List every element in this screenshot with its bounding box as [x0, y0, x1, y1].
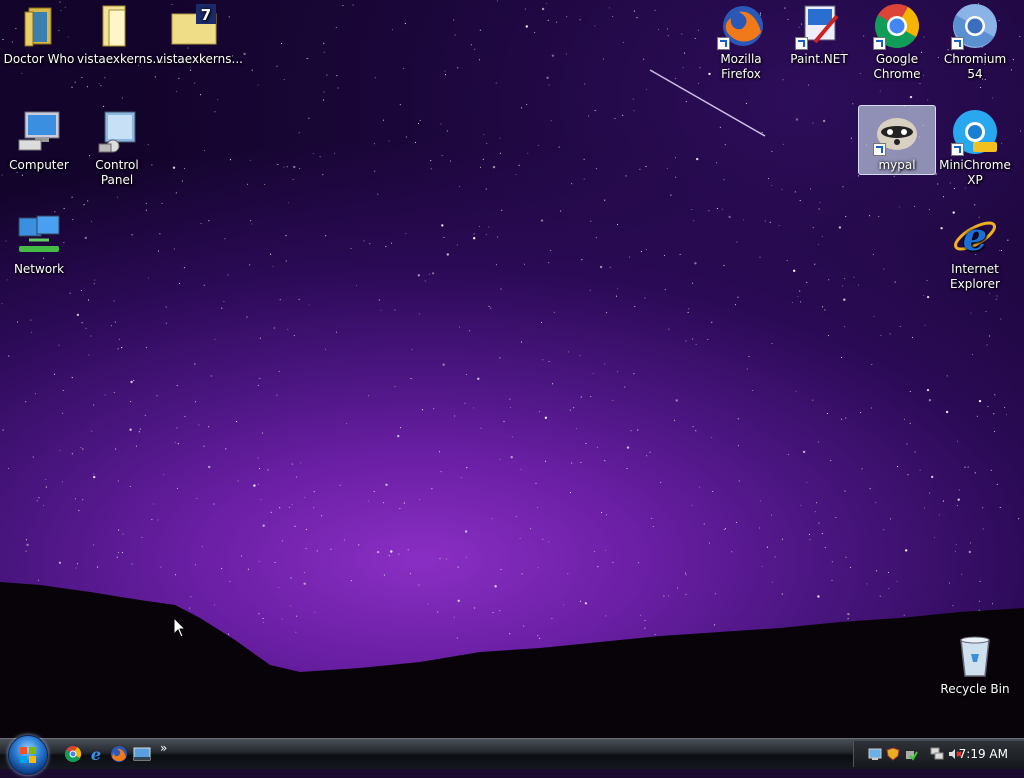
- desktop-icon-label: Chromium 54: [943, 52, 1007, 81]
- quick-launch-firefox-icon[interactable]: [110, 745, 128, 763]
- shortcut-arrow-icon: [951, 37, 964, 50]
- desktop-icon-label: mypal: [878, 158, 916, 172]
- shortcut-arrow-icon: [795, 37, 808, 50]
- desktop[interactable]: Doctor Who vistaexkerns... 7 vistaexkern…: [0, 0, 1024, 738]
- desktop-icon-label: Network: [13, 262, 65, 276]
- mypal-icon: [873, 108, 921, 156]
- folder-icon: [91, 2, 139, 50]
- desktop-icon-label: Recycle Bin: [940, 682, 1010, 696]
- quick-launch-overflow-button[interactable]: »: [160, 741, 167, 755]
- system-clock[interactable]: 7:19 AM: [959, 747, 1008, 761]
- desktop-icon-vistaexkerns-folder[interactable]: vistaexkerns...: [77, 2, 164, 67]
- mouse-cursor-icon: [173, 617, 187, 638]
- ie-icon: e: [951, 212, 999, 260]
- desktop-icon-label: vistaexkerns...: [156, 52, 243, 66]
- 7zip-archive-icon: 7: [170, 2, 218, 50]
- desktop-icon-paintnet[interactable]: Paint.NET: [781, 2, 857, 67]
- desktop-icon-label: Control Panel: [95, 158, 139, 187]
- network-icon: [15, 212, 63, 260]
- svg-text:e: e: [963, 214, 987, 259]
- quick-launch-chrome-icon[interactable]: [64, 745, 82, 763]
- safely-remove-icon[interactable]: [904, 746, 918, 761]
- shortcut-arrow-icon: [951, 143, 964, 156]
- desktop-icon-label: Paint.NET: [790, 52, 848, 66]
- desktop-icon-label: Computer: [9, 158, 69, 172]
- desktop-icon-label: Google Chrome: [873, 52, 921, 81]
- desktop-icon-doctor-who[interactable]: Doctor Who: [1, 2, 77, 67]
- paintnet-icon: [795, 2, 843, 50]
- svg-text:e: e: [91, 745, 101, 763]
- computer-icon: [15, 108, 63, 156]
- recycle-bin-icon: [951, 632, 999, 680]
- chrome-icon: [873, 2, 921, 50]
- desktop-icon-minichrome-xp[interactable]: MiniChrome XP: [937, 108, 1013, 188]
- desktop-icon-label: MiniChrome XP: [939, 158, 1011, 187]
- chromium-icon: [951, 2, 999, 50]
- control-panel-icon: [93, 108, 141, 156]
- firefox-icon: [717, 2, 765, 50]
- desktop-icon-control-panel[interactable]: Control Panel: [79, 108, 155, 188]
- desktop-icon-vistaexkerns-archive[interactable]: 7 vistaexkerns...: [156, 2, 243, 67]
- folder-icon: [15, 2, 63, 50]
- desktop-icon-mypal[interactable]: mypal: [858, 105, 936, 175]
- desktop-icon-label: Doctor Who: [3, 52, 75, 66]
- minichrome-icon: [951, 108, 999, 156]
- quick-launch-show-desktop-icon[interactable]: [133, 745, 151, 763]
- desktop-icon-chromium[interactable]: Chromium 54: [937, 2, 1013, 82]
- desktop-icon-label: Mozilla Firefox: [720, 52, 762, 81]
- quick-launch-ie-icon[interactable]: e: [87, 745, 105, 764]
- taskbar: e » 7:19 AM: [0, 735, 1024, 775]
- shortcut-arrow-icon: [873, 143, 886, 156]
- svg-text:7: 7: [201, 6, 211, 24]
- security-shield-icon[interactable]: [886, 746, 900, 761]
- network-connection-icon[interactable]: [930, 746, 944, 760]
- desktop-icon-recycle-bin[interactable]: Recycle Bin: [937, 632, 1013, 697]
- desktop-icon-internet-explorer[interactable]: e Internet Explorer: [937, 212, 1013, 292]
- desktop-icon-label: Internet Explorer: [950, 262, 1000, 291]
- network-status-icon[interactable]: [868, 746, 882, 760]
- desktop-icon-google-chrome[interactable]: Google Chrome: [859, 2, 935, 82]
- windows-start-icon[interactable]: [8, 735, 48, 775]
- desktop-icon-computer[interactable]: Computer: [1, 108, 77, 173]
- shortcut-arrow-icon: [717, 37, 730, 50]
- notification-area: 7:19 AM: [853, 741, 1024, 767]
- desktop-icon-firefox[interactable]: Mozilla Firefox: [703, 2, 779, 82]
- shortcut-arrow-icon: [873, 37, 886, 50]
- desktop-icon-network[interactable]: Network: [1, 212, 77, 277]
- desktop-icon-label: vistaexkerns...: [77, 52, 164, 66]
